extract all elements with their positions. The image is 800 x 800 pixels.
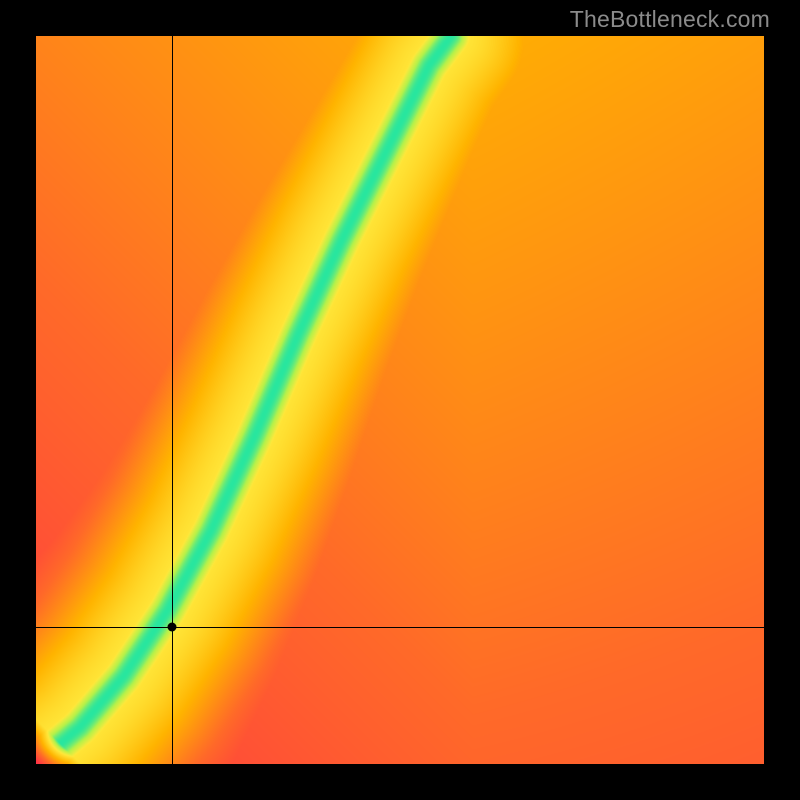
crosshair-vertical <box>172 36 173 764</box>
crosshair-horizontal <box>36 627 764 628</box>
watermark-text: TheBottleneck.com <box>570 6 770 33</box>
heatmap-canvas <box>36 36 764 764</box>
heatmap-plot <box>36 36 764 764</box>
marker-dot <box>168 623 177 632</box>
